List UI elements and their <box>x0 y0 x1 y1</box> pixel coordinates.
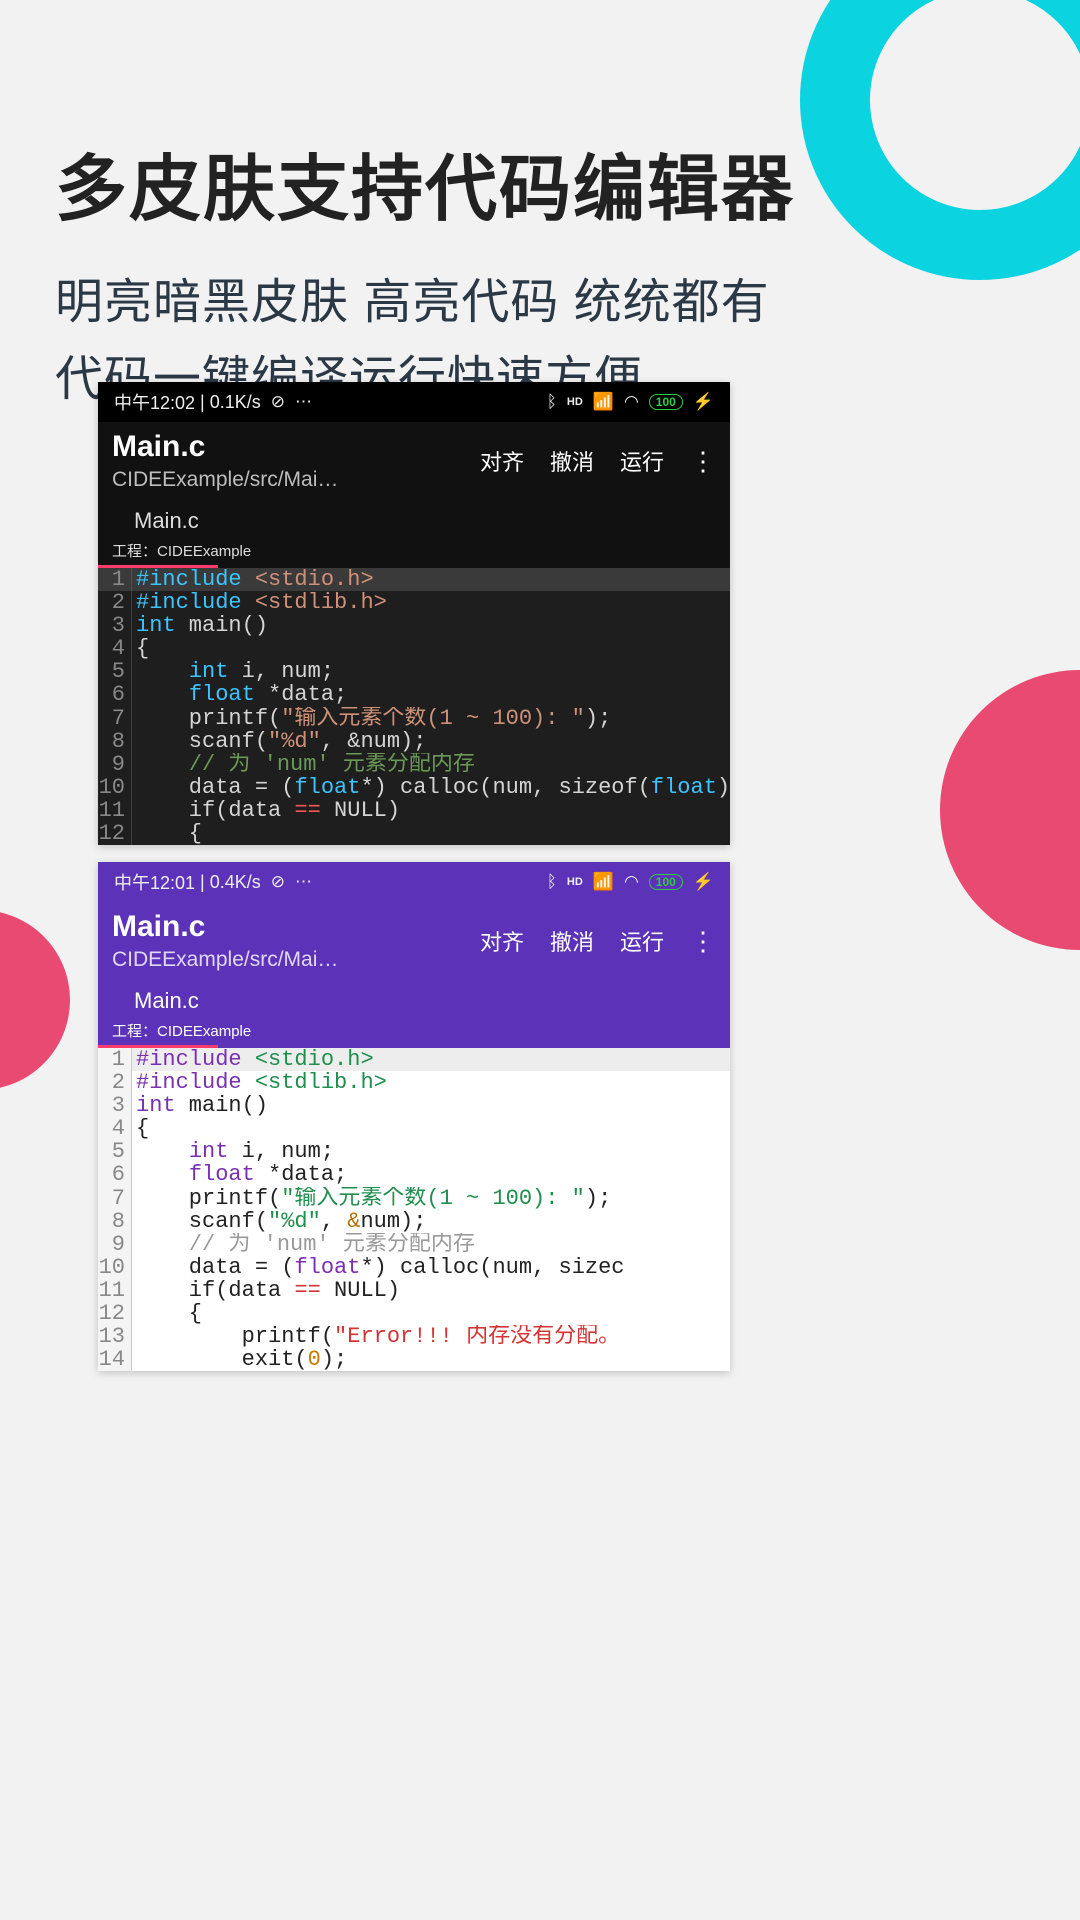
tab-bar: Main.c 工程：CIDEExample <box>98 978 730 1048</box>
overflow-menu-icon[interactable]: ⋮ <box>690 448 716 474</box>
charging-icon: ⚡ <box>693 392 714 412</box>
battery-icon: 100 <box>649 874 683 890</box>
status-netspeed: 0.4K/s <box>210 872 261 893</box>
decorative-circle-right <box>940 670 1080 950</box>
tab-bar: Main.c 工程：CIDEExample <box>98 498 730 568</box>
file-title: Main.c <box>112 910 480 944</box>
decorative-circle-left <box>0 910 70 1090</box>
status-bar: 中午12:02 | 0.1K/s ⊘ ⋯ ᛒ HD 📶 ◠ 100 ⚡ <box>98 382 730 422</box>
more-dots-icon: ⋯ <box>295 392 312 412</box>
bluetooth-icon: ᛒ <box>547 392 557 412</box>
wifi-icon: ◠ <box>624 392 639 412</box>
editor-toolbar: Main.c CIDEExample/src/Mai… 对齐 撤消 运行 ⋮ <box>98 422 730 498</box>
code-editor[interactable]: 1#include <stdio.h> 2#include <stdlib.h>… <box>98 568 730 845</box>
promo-line1: 明亮暗黑皮肤 高亮代码 统统都有 <box>55 276 770 329</box>
undo-button[interactable]: 撤消 <box>550 925 594 957</box>
status-time: 中午12:02 <box>114 389 195 415</box>
run-button[interactable]: 运行 <box>620 445 664 477</box>
undo-button[interactable]: 撤消 <box>550 445 594 477</box>
wifi-icon: ◠ <box>624 872 639 892</box>
overflow-menu-icon[interactable]: ⋮ <box>690 928 716 954</box>
project-label: 工程：CIDEExample <box>98 538 730 565</box>
editor-light-theme: 中午12:01 | 0.4K/s ⊘ ⋯ ᛒ HD 📶 ◠ 100 ⚡ Main… <box>98 862 730 1371</box>
hd-icon: HD <box>567 396 583 408</box>
no-disturb-icon: ⊘ <box>271 872 285 892</box>
project-label: 工程：CIDEExample <box>98 1018 730 1045</box>
signal-icon: 📶 <box>593 392 614 412</box>
status-time: 中午12:01 <box>114 869 195 895</box>
file-path: CIDEExample/src/Mai… <box>112 468 480 492</box>
file-title: Main.c <box>112 430 480 464</box>
status-netspeed: 0.1K/s <box>210 392 261 413</box>
align-button[interactable]: 对齐 <box>480 925 524 957</box>
promo-headline: 多皮肤支持代码编辑器 明亮暗黑皮肤 高亮代码 统统都有 代码一键编译运行快速方便 <box>55 130 1025 419</box>
charging-icon: ⚡ <box>693 872 714 892</box>
align-button[interactable]: 对齐 <box>480 445 524 477</box>
tab-mainc[interactable]: Main.c <box>98 984 730 1018</box>
run-button[interactable]: 运行 <box>620 925 664 957</box>
status-bar: 中午12:01 | 0.4K/s ⊘ ⋯ ᛒ HD 📶 ◠ 100 ⚡ <box>98 862 730 902</box>
bluetooth-icon: ᛒ <box>547 872 557 892</box>
signal-icon: 📶 <box>593 872 614 892</box>
hd-icon: HD <box>567 876 583 888</box>
battery-icon: 100 <box>649 394 683 410</box>
more-dots-icon: ⋯ <box>295 872 312 892</box>
editor-toolbar: Main.c CIDEExample/src/Mai… 对齐 撤消 运行 ⋮ <box>98 902 730 978</box>
no-disturb-icon: ⊘ <box>271 392 285 412</box>
code-editor[interactable]: 1#include <stdio.h> 2#include <stdlib.h>… <box>98 1048 730 1371</box>
file-path: CIDEExample/src/Mai… <box>112 948 480 972</box>
promo-title: 多皮肤支持代码编辑器 <box>55 130 1025 235</box>
editor-dark-theme: 中午12:02 | 0.1K/s ⊘ ⋯ ᛒ HD 📶 ◠ 100 ⚡ Main… <box>98 382 730 845</box>
tab-mainc[interactable]: Main.c <box>98 504 730 538</box>
